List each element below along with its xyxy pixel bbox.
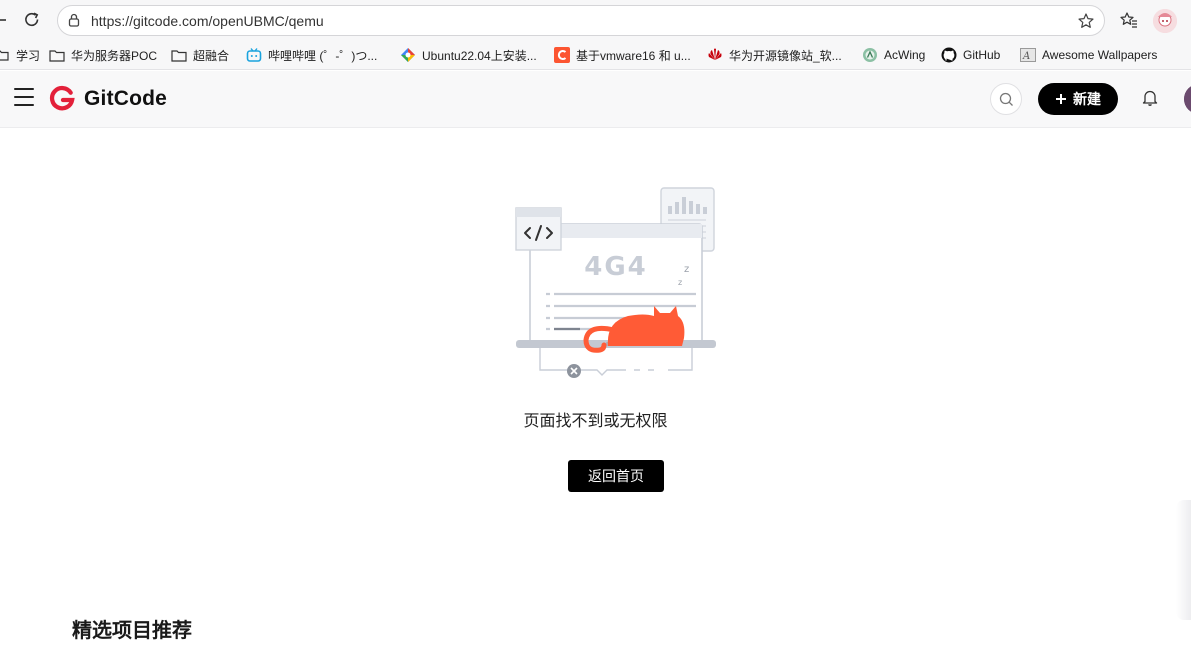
- reload-icon[interactable]: [20, 8, 44, 32]
- menu-icon[interactable]: [14, 88, 34, 108]
- gitcode-logo-icon[interactable]: [49, 85, 76, 112]
- svg-text:z: z: [684, 264, 689, 275]
- bookmark-star-icon[interactable]: [1077, 12, 1095, 30]
- bookmark-item[interactable]: 华为服务器POC: [49, 46, 157, 64]
- site-header: GitCode 新建: [0, 71, 1191, 128]
- bookmark-item[interactable]: 哔哩哔哩 (゜-゜)つ...: [246, 46, 377, 64]
- bookmark-item[interactable]: 超融合: [171, 46, 229, 64]
- browser-toolbar: https://gitcode.com/openUBMC/qemu: [0, 0, 1191, 40]
- illustration-code-text: 4G4: [584, 252, 648, 282]
- address-bar[interactable]: https://gitcode.com/openUBMC/qemu: [57, 5, 1105, 36]
- not-found-message: 页面找不到或无权限: [523, 413, 668, 430]
- notification-bell-icon[interactable]: [1140, 88, 1160, 108]
- huawei-icon: [707, 47, 723, 63]
- back-home-button[interactable]: 返回首页: [568, 460, 664, 492]
- bookmark-item[interactable]: 基于vmware16 和 u...: [554, 46, 691, 64]
- folder-icon: [171, 47, 187, 63]
- favorites-icon[interactable]: [1119, 10, 1139, 30]
- acwing-icon: [862, 47, 878, 63]
- site-info-icon[interactable]: [66, 12, 82, 28]
- back-icon[interactable]: [0, 8, 14, 32]
- svg-text:A: A: [1022, 51, 1030, 62]
- bookmark-item[interactable]: Ubuntu22.04上安装...: [400, 46, 537, 64]
- bookmark-item[interactable]: 学习: [0, 46, 40, 64]
- folder-icon: [49, 47, 65, 63]
- bookmarks-bar: 学习 华为服务器POC 超融合 哔哩哔哩 (゜-゜)つ... Ubuntu22.…: [0, 40, 1191, 70]
- new-button[interactable]: 新建: [1038, 83, 1118, 115]
- new-button-label: 新建: [1073, 91, 1101, 107]
- url-text[interactable]: https://gitcode.com/openUBMC/qemu: [91, 13, 324, 29]
- not-found-illustration: 4G4 z z: [515, 187, 716, 378]
- bookmark-item[interactable]: GitHub: [941, 46, 1000, 64]
- csdn-icon: [554, 47, 570, 63]
- section-title: 精选项目推荐: [72, 620, 192, 642]
- bookmark-item[interactable]: AcWing: [862, 46, 925, 64]
- plus-icon: [1056, 94, 1066, 104]
- search-button[interactable]: [990, 83, 1022, 115]
- logo-text[interactable]: GitCode: [84, 87, 167, 111]
- bookmark-item[interactable]: A Awesome Wallpapers: [1020, 46, 1157, 64]
- github-icon: [941, 47, 957, 63]
- browser-profile-avatar[interactable]: [1153, 9, 1177, 33]
- folder-icon: [0, 47, 10, 63]
- user-avatar[interactable]: [1184, 84, 1191, 114]
- bilibili-icon: [246, 47, 262, 63]
- bookmark-item[interactable]: 华为开源镜像站_软...: [707, 46, 842, 64]
- scroll-edge: [1176, 500, 1191, 620]
- search-icon: [999, 92, 1013, 106]
- wallpaper-icon: A: [1020, 47, 1036, 63]
- gcloud-icon: [400, 47, 416, 63]
- svg-text:z: z: [678, 278, 682, 287]
